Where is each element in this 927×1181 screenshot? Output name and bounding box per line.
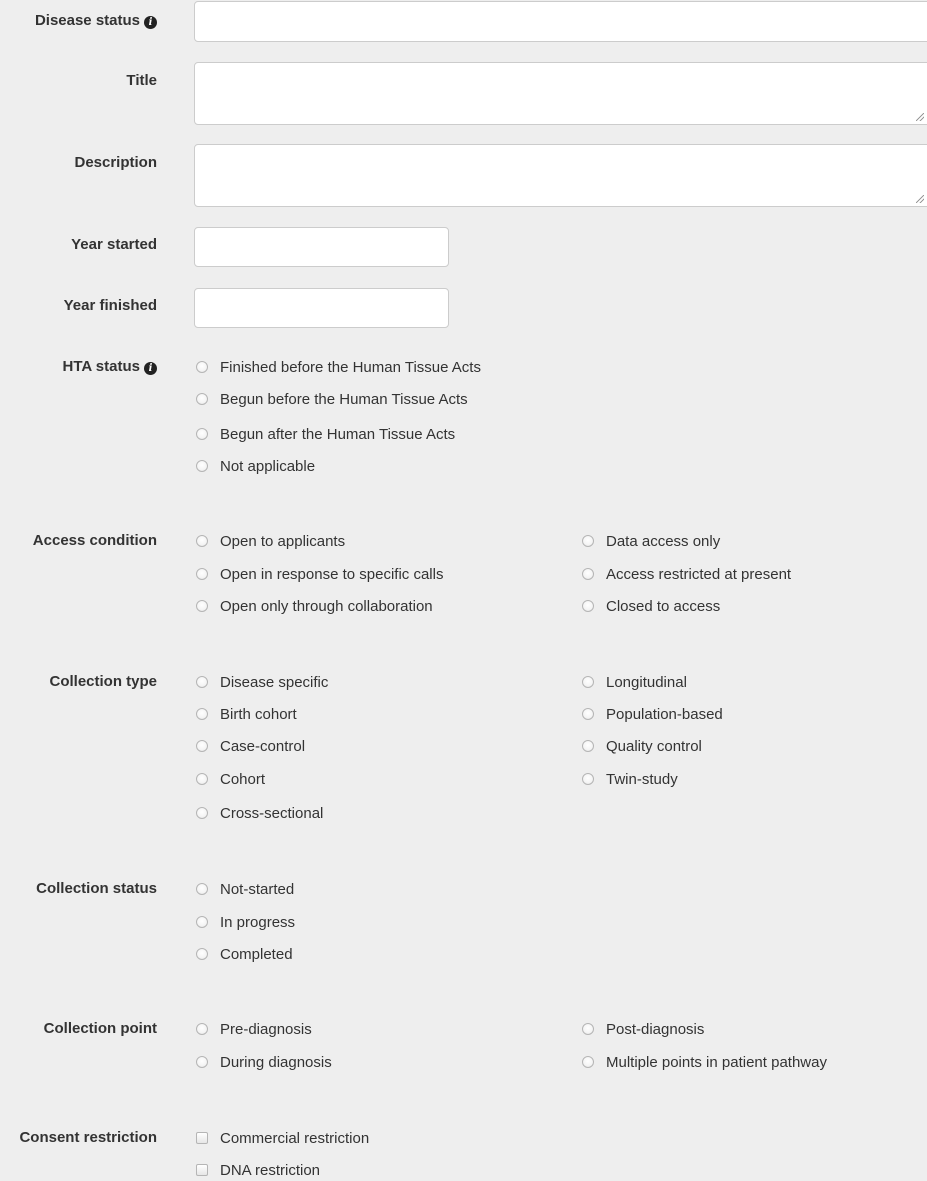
collection-point-option[interactable]: Multiple points in patient pathway bbox=[582, 1052, 827, 1072]
checkbox[interactable] bbox=[196, 1164, 208, 1176]
hta-status-option[interactable]: Finished before the Human Tissue Acts bbox=[196, 357, 481, 377]
radio-button[interactable] bbox=[582, 773, 594, 785]
checkbox[interactable] bbox=[196, 1132, 208, 1144]
radio-button[interactable] bbox=[196, 428, 208, 440]
radio-button[interactable] bbox=[582, 708, 594, 720]
radio-button[interactable] bbox=[196, 1023, 208, 1035]
info-icon[interactable]: i bbox=[144, 362, 157, 375]
hta-status-option[interactable]: Begun before the Human Tissue Acts bbox=[196, 389, 468, 409]
collection-type-option[interactable]: Longitudinal bbox=[582, 672, 687, 692]
resize-handle-icon[interactable] bbox=[916, 195, 924, 203]
collection-status-label: Collection status bbox=[36, 880, 157, 897]
radio-button[interactable] bbox=[582, 1023, 594, 1035]
collection-type-option[interactable]: Cross-sectional bbox=[196, 803, 323, 823]
collection-type-option[interactable]: Population-based bbox=[582, 704, 723, 724]
collection-point-option[interactable]: Post-diagnosis bbox=[582, 1019, 704, 1039]
collection-type-option[interactable]: Quality control bbox=[582, 736, 702, 756]
year-finished-input[interactable] bbox=[194, 288, 449, 328]
year-started-input[interactable] bbox=[194, 227, 449, 267]
access-condition-label: Access condition bbox=[32, 532, 157, 549]
radio-button[interactable] bbox=[196, 535, 208, 547]
year-finished-label: Year finished bbox=[63, 297, 157, 314]
title-label: Title bbox=[126, 72, 157, 89]
radio-button[interactable] bbox=[196, 361, 208, 373]
radio-button[interactable] bbox=[196, 883, 208, 895]
radio-button[interactable] bbox=[196, 948, 208, 960]
radio-button[interactable] bbox=[582, 1056, 594, 1068]
collection-status-option[interactable]: In progress bbox=[196, 912, 295, 932]
radio-button[interactable] bbox=[196, 708, 208, 720]
info-icon[interactable]: i bbox=[144, 16, 157, 29]
access-condition-option[interactable]: Access restricted at present bbox=[582, 564, 791, 584]
radio-button[interactable] bbox=[196, 807, 208, 819]
radio-button[interactable] bbox=[582, 568, 594, 580]
collection-type-option[interactable]: Case-control bbox=[196, 736, 305, 756]
disease-status-label: Disease status i bbox=[0, 12, 157, 29]
radio-button[interactable] bbox=[196, 773, 208, 785]
radio-button[interactable] bbox=[196, 740, 208, 752]
collection-point-option[interactable]: Pre-diagnosis bbox=[196, 1019, 312, 1039]
radio-button[interactable] bbox=[196, 460, 208, 472]
radio-button[interactable] bbox=[196, 916, 208, 928]
collection-status-option[interactable]: Completed bbox=[196, 944, 293, 964]
year-started-label: Year started bbox=[71, 236, 157, 253]
collection-type-option[interactable]: Disease specific bbox=[196, 672, 328, 692]
description-textarea[interactable] bbox=[194, 144, 927, 207]
radio-button[interactable] bbox=[196, 568, 208, 580]
radio-button[interactable] bbox=[582, 740, 594, 752]
hta-status-label: HTA status i bbox=[0, 358, 157, 375]
hta-status-option[interactable]: Not applicable bbox=[196, 456, 315, 476]
access-condition-option[interactable]: Data access only bbox=[582, 531, 720, 551]
access-condition-option[interactable]: Open only through collaboration bbox=[196, 596, 433, 616]
radio-button[interactable] bbox=[196, 676, 208, 688]
radio-button[interactable] bbox=[582, 535, 594, 547]
consent-restriction-option[interactable]: DNA restriction bbox=[196, 1160, 320, 1180]
disease-status-input[interactable] bbox=[194, 1, 927, 42]
title-textarea[interactable] bbox=[194, 62, 927, 125]
collection-type-label: Collection type bbox=[49, 673, 157, 690]
collection-type-option[interactable]: Twin-study bbox=[582, 769, 678, 789]
resize-handle-icon[interactable] bbox=[916, 113, 924, 121]
access-condition-option[interactable]: Closed to access bbox=[582, 596, 720, 616]
collection-point-label: Collection point bbox=[43, 1020, 157, 1037]
description-label: Description bbox=[74, 154, 157, 171]
hta-status-option[interactable]: Begun after the Human Tissue Acts bbox=[196, 424, 455, 444]
collection-type-option[interactable]: Birth cohort bbox=[196, 704, 297, 724]
radio-button[interactable] bbox=[582, 600, 594, 612]
access-condition-option[interactable]: Open to applicants bbox=[196, 531, 345, 551]
radio-button[interactable] bbox=[582, 676, 594, 688]
collection-type-option[interactable]: Cohort bbox=[196, 769, 265, 789]
collection-status-option[interactable]: Not-started bbox=[196, 879, 294, 899]
radio-button[interactable] bbox=[196, 1056, 208, 1068]
access-condition-option[interactable]: Open in response to specific calls bbox=[196, 564, 443, 584]
collection-point-option[interactable]: During diagnosis bbox=[196, 1052, 332, 1072]
radio-button[interactable] bbox=[196, 600, 208, 612]
consent-restriction-option[interactable]: Commercial restriction bbox=[196, 1128, 369, 1148]
radio-button[interactable] bbox=[196, 393, 208, 405]
consent-restriction-label: Consent restriction bbox=[19, 1129, 157, 1146]
